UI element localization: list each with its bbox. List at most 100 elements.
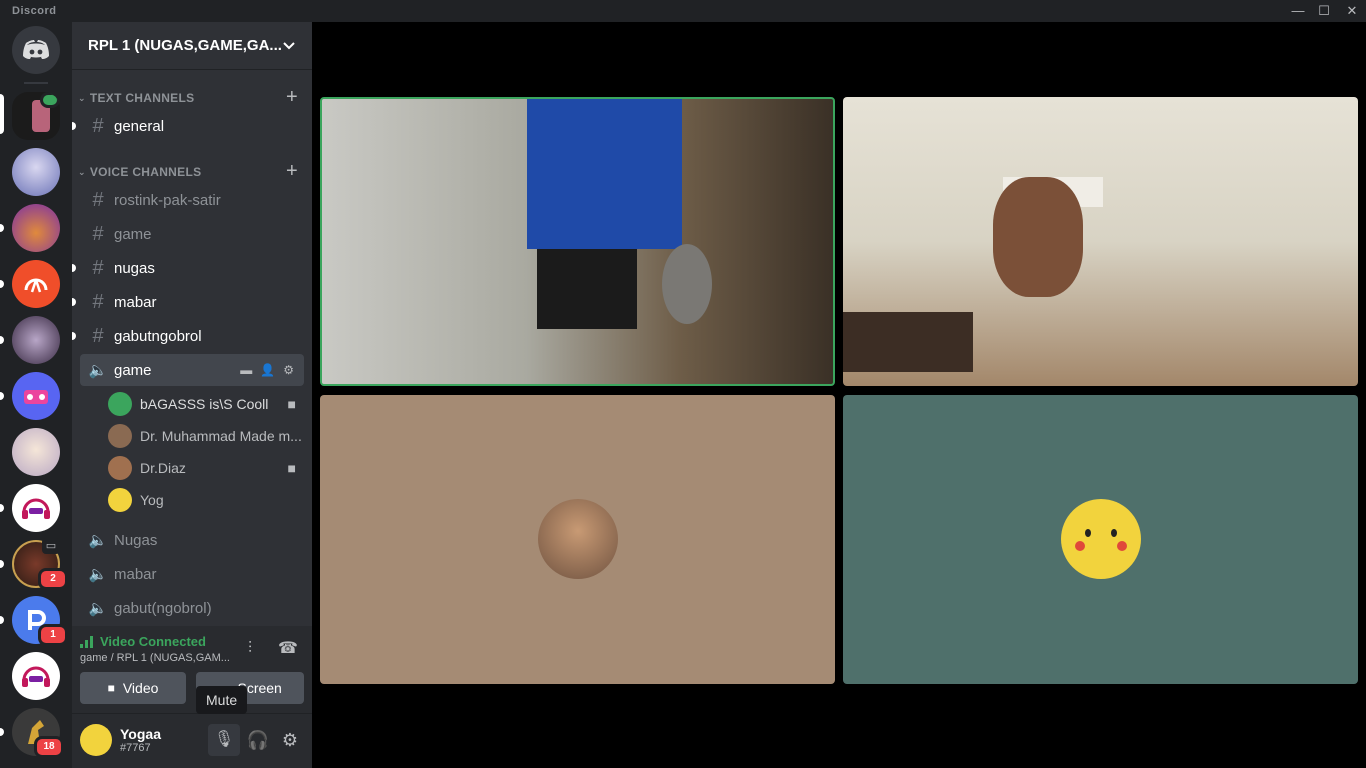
gear-icon[interactable]: ⚙ — [274, 724, 306, 756]
close-button[interactable]: ✕ — [1338, 0, 1366, 22]
maximize-button[interactable]: ☐ — [1310, 0, 1338, 22]
voice-user[interactable]: bAGASSS is\S Cooll ■ — [108, 390, 304, 418]
screen-share-icon: ▭ — [42, 538, 60, 554]
channel-label: rostink-pak-satir — [114, 191, 221, 209]
category-text-channels[interactable]: ⌄ TEXT CHANNELS + — [78, 86, 306, 109]
voice-user[interactable]: Dr.Diaz ■ — [108, 454, 304, 482]
mention-badge: 18 — [34, 736, 64, 758]
voice-connection-panel: Video Connected game / RPL 1 (NUGAS,GAM.… — [72, 626, 312, 714]
add-channel-icon[interactable]: + — [286, 86, 298, 109]
video-feed-detail — [537, 249, 637, 329]
channel-game-text[interactable]: # game — [80, 218, 304, 250]
invite-icon[interactable]: 👤 — [260, 363, 275, 377]
video-button[interactable]: ■ Video — [80, 672, 186, 704]
selected-pill — [0, 94, 4, 134]
connection-status: Video Connected — [100, 634, 206, 649]
add-channel-icon[interactable]: + — [286, 160, 298, 183]
unread-indicator — [72, 122, 76, 130]
unread-pill — [0, 336, 4, 344]
video-feed-detail — [993, 177, 1083, 297]
server-2[interactable] — [12, 148, 60, 196]
channel-label: nugas — [114, 259, 155, 277]
avatar — [108, 456, 132, 480]
user-panel: Yogaa #7767 🎙 🎧 ⚙ — [72, 714, 312, 768]
avatar — [538, 499, 618, 579]
unread-pill — [0, 728, 4, 736]
noise-suppression-icon[interactable]: ⫶ — [248, 640, 252, 658]
unread-pill — [0, 224, 4, 232]
video-feed-detail — [843, 312, 973, 372]
video-icon: ■ — [287, 460, 296, 476]
server-rpl1[interactable] — [12, 92, 60, 140]
server-5[interactable] — [12, 316, 60, 364]
server-music-1[interactable] — [12, 484, 60, 532]
voice-user[interactable]: Dr. Muhammad Made m... — [108, 422, 304, 450]
speaker-icon: 🔈 — [88, 600, 108, 617]
headphones-icon[interactable]: 🎧 — [242, 724, 274, 756]
channel-label: gabutngobrol — [114, 327, 202, 345]
guild-header[interactable]: RPL 1 (NUGAS,GAME,GA... — [72, 22, 312, 70]
avatar — [108, 488, 132, 512]
avatar — [1061, 499, 1141, 579]
hash-icon: # — [92, 324, 104, 347]
channel-mabar[interactable]: # mabar — [80, 286, 304, 318]
microphone-icon[interactable]: 🎙 — [208, 724, 240, 756]
server-4[interactable] — [12, 260, 60, 308]
server-3[interactable] — [12, 204, 60, 252]
video-tile-avatar[interactable] — [320, 395, 835, 684]
video-feed-detail — [527, 99, 682, 249]
voice-channel-nugas[interactable]: 🔈 Nugas — [80, 524, 304, 556]
speaker-icon: 🔈 — [88, 566, 108, 583]
video-tile-speaking[interactable] — [320, 97, 835, 386]
category-label: TEXT CHANNELS — [89, 91, 195, 105]
mention-badge: 2 — [38, 568, 68, 590]
channel-gabutngobrol[interactable]: # gabutngobrol — [80, 320, 304, 352]
voice-channel-mabar[interactable]: 🔈 mabar — [80, 558, 304, 590]
video-tile[interactable] — [843, 97, 1358, 386]
channel-rostink-pak-satir[interactable]: # rostink-pak-satir — [80, 184, 304, 216]
hash-icon: # — [92, 290, 104, 313]
camera-icon: ■ — [107, 681, 115, 695]
channel-label: mabar — [114, 565, 157, 583]
category-voice-channels[interactable]: ⌄ VOICE CHANNELS + — [78, 160, 306, 183]
chat-icon[interactable]: ▬ — [240, 363, 252, 377]
server-music-2[interactable] — [12, 652, 60, 700]
video-icon: ■ — [287, 396, 296, 412]
hash-icon: # — [92, 222, 104, 245]
chevron-down-icon — [283, 41, 295, 49]
server-6[interactable] — [12, 372, 60, 420]
voice-user[interactable]: Yog — [108, 486, 304, 514]
disconnect-icon[interactable]: ☎ — [278, 638, 298, 658]
speaker-icon: 🔈 — [88, 362, 108, 379]
channel-sidebar: RPL 1 (NUGAS,GAME,GA... ⌄ TEXT CHANNELS … — [72, 22, 312, 768]
server-7[interactable] — [12, 428, 60, 476]
voice-user-name: Dr.Diaz — [140, 460, 186, 476]
username: Yogaa — [120, 726, 161, 742]
channel-label: Nugas — [114, 531, 158, 549]
home-button[interactable] — [12, 26, 60, 74]
video-button-label: Video — [122, 680, 159, 696]
mute-tooltip: Mute — [196, 686, 248, 714]
chevron-down-icon: ⌄ — [78, 92, 86, 103]
channel-label: gabut(ngobrol) — [114, 599, 212, 617]
minimize-button[interactable]: — — [1284, 0, 1312, 22]
unread-pill — [0, 392, 4, 400]
discord-logo-icon — [23, 40, 49, 59]
connection-channel[interactable]: game / RPL 1 (NUGAS,GAM... — [80, 652, 230, 664]
gear-icon[interactable]: ⚙ — [283, 363, 294, 377]
headphones-logo-icon — [24, 278, 48, 293]
channel-nugas[interactable]: # nugas — [80, 252, 304, 284]
voice-channel-gabut[interactable]: 🔈 gabut(ngobrol) — [80, 592, 304, 624]
voice-user-name: Yog — [140, 492, 164, 508]
channel-label: game — [114, 225, 152, 243]
channel-general[interactable]: # general — [80, 110, 304, 142]
channel-label: game — [114, 361, 152, 379]
avatar[interactable] — [80, 724, 112, 756]
video-tile-avatar[interactable] — [843, 395, 1358, 684]
voice-channel-game[interactable]: 🔈 game ▬ 👤 ⚙ — [80, 354, 304, 386]
app-name: Discord — [12, 5, 57, 17]
hash-icon: # — [92, 114, 104, 137]
video-feed-detail — [662, 244, 712, 324]
hash-icon: # — [92, 188, 104, 211]
unread-indicator — [72, 298, 76, 306]
